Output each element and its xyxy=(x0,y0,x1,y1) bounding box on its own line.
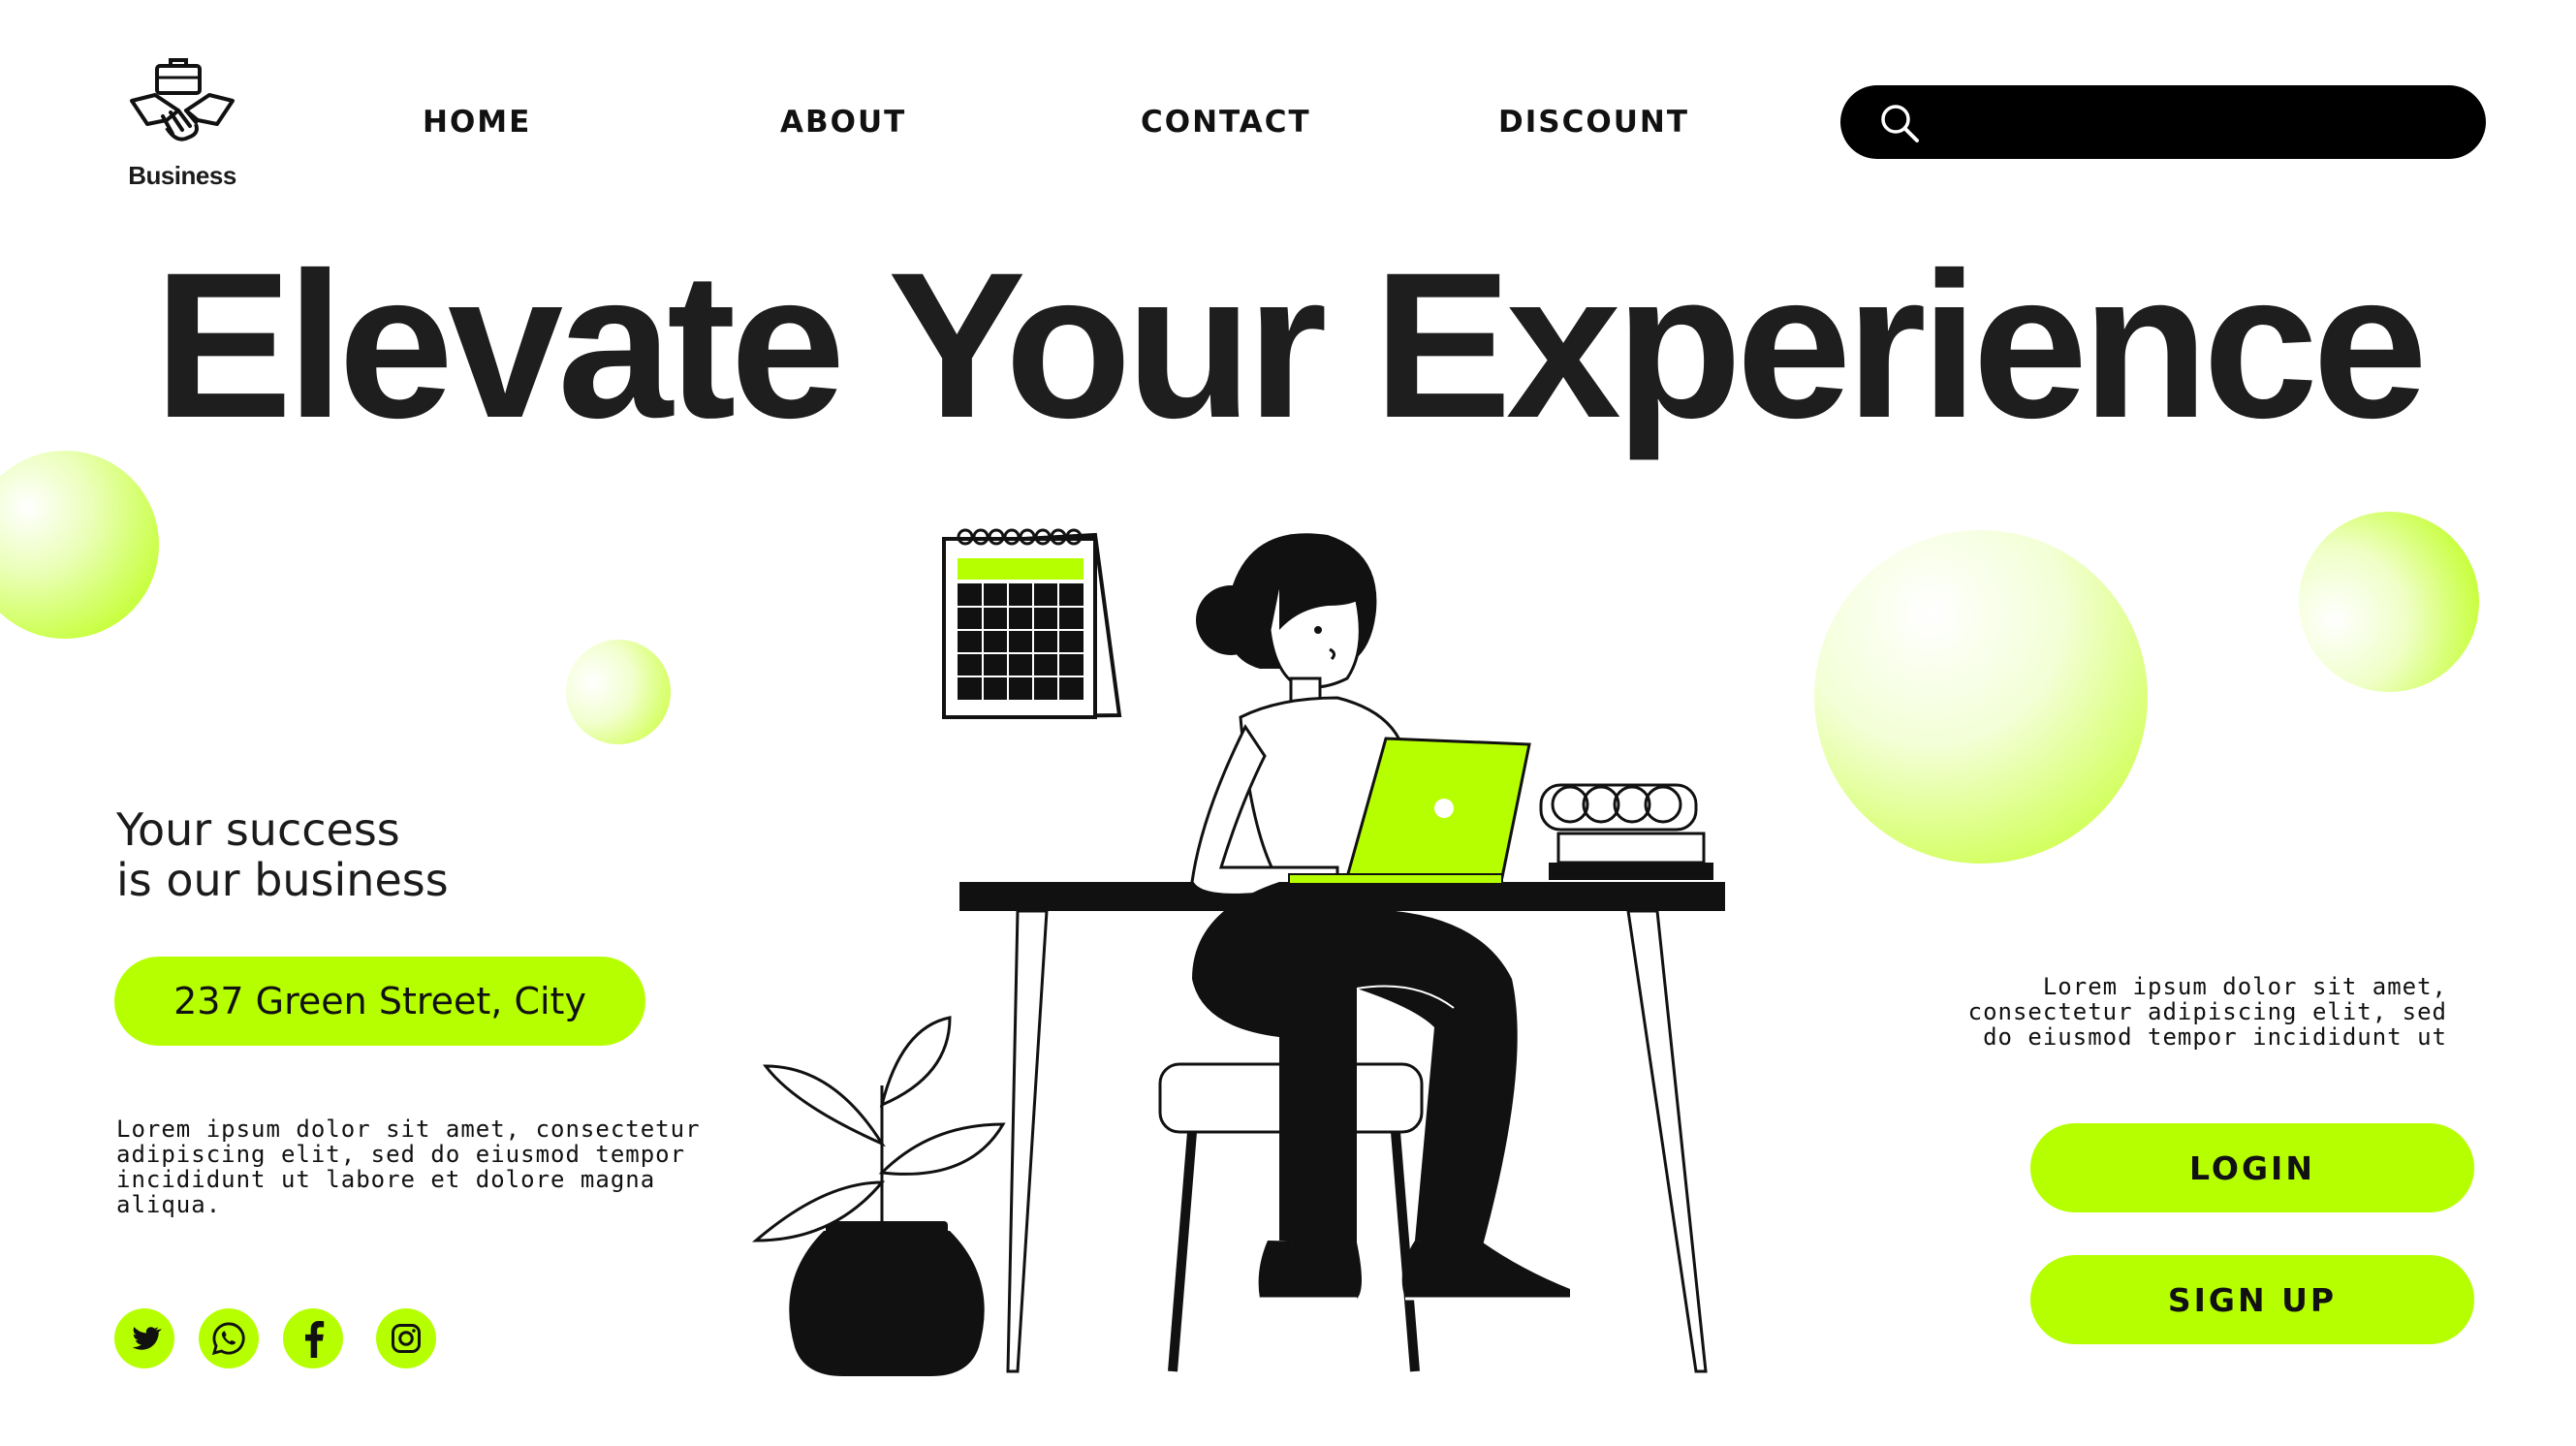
whatsapp-icon xyxy=(211,1322,245,1356)
search-input[interactable] xyxy=(1937,97,2455,149)
twitter-icon xyxy=(132,1327,162,1350)
woman-figure xyxy=(1190,533,1570,1301)
instagram-button[interactable] xyxy=(376,1308,436,1368)
nav-about[interactable]: ABOUT xyxy=(780,105,906,140)
signup-button[interactable]: SIGN UP xyxy=(2030,1255,2474,1344)
brand-name: Business xyxy=(128,161,236,190)
nav-contact[interactable]: CONTACT xyxy=(1141,105,1311,140)
plant-illustration xyxy=(751,1016,1006,1376)
handshake-briefcase-icon xyxy=(130,58,235,141)
address-button[interactable]: 237 Green Street, City xyxy=(114,957,645,1046)
hero-headline: Elevate Your Experience xyxy=(153,230,2428,461)
instagram-icon xyxy=(392,1324,421,1353)
woman-at-desk-illustration xyxy=(751,528,1725,1376)
decorative-sphere-left xyxy=(0,451,159,639)
right-description-line: do eiusmod tempor incididunt ut xyxy=(1983,1023,2447,1051)
tagline-line-1: Your success xyxy=(116,803,400,856)
left-description-line: Lorem ipsum dolor sit amet, consectetur xyxy=(116,1116,701,1143)
twitter-button[interactable] xyxy=(114,1308,174,1368)
decorative-sphere-right xyxy=(2299,512,2479,692)
decorative-sphere-large xyxy=(1814,530,2148,864)
right-description: Lorem ipsum dolor sit amet, consectetur … xyxy=(1958,974,2447,1050)
facebook-icon xyxy=(305,1321,325,1358)
right-description-line: Lorem ipsum dolor sit amet, xyxy=(2042,973,2447,1000)
right-description-line: consectetur adipiscing elit, sed xyxy=(1967,998,2447,1025)
tagline: Your success is our business xyxy=(116,804,449,905)
nav-discount[interactable]: DISCOUNT xyxy=(1498,105,1689,140)
calendar-illustration xyxy=(942,528,1122,720)
left-description: Lorem ipsum dolor sit amet, consectetur … xyxy=(116,1116,717,1217)
left-description-line: incididunt ut labore et dolore magna ali… xyxy=(116,1166,656,1218)
search-bar[interactable] xyxy=(1840,85,2486,159)
login-button[interactable]: LOGIN xyxy=(2030,1123,2474,1212)
whatsapp-button[interactable] xyxy=(199,1308,259,1368)
left-description-line: adipiscing elit, sed do eiusmod tempor xyxy=(116,1141,686,1168)
facebook-button[interactable] xyxy=(283,1308,343,1368)
search-icon[interactable] xyxy=(1879,103,1920,143)
nav-home[interactable]: HOME xyxy=(423,105,531,140)
decorative-sphere-small xyxy=(566,640,671,744)
brand-logo[interactable]: Business xyxy=(114,56,250,202)
books-illustration xyxy=(1539,783,1713,880)
tagline-line-2: is our business xyxy=(116,854,449,906)
